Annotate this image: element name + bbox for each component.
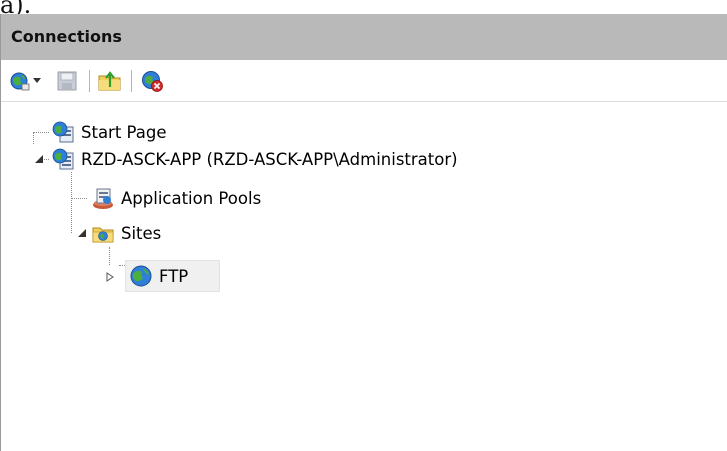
save-icon	[57, 71, 77, 91]
connections-header: Connections	[1, 14, 727, 60]
tree-line	[33, 132, 34, 144]
connect-dropdown-button[interactable]	[32, 68, 42, 94]
application-pools-icon	[93, 188, 113, 209]
panel-title: Connections	[11, 27, 122, 46]
server-icon	[52, 148, 74, 170]
tree-item-ftp[interactable]: FTP	[129, 263, 188, 289]
chevron-down-icon	[33, 78, 41, 83]
connections-toolbar	[1, 60, 727, 102]
tree-item-label: Start Page	[81, 122, 167, 142]
tree-item-application-pools[interactable]: Application Pools	[91, 185, 261, 211]
tree-item-sites[interactable]: Sites	[91, 220, 161, 246]
top-text-fragment: a).	[0, 0, 32, 14]
connections-panel: Connections Start Page RZD-ASCK-APP (RZD…	[0, 14, 727, 451]
expand-arrow-icon[interactable]	[34, 154, 44, 164]
toolbar-separator	[131, 70, 132, 92]
collapsed-arrow-icon[interactable]	[105, 272, 115, 282]
disconnect-button[interactable]	[139, 68, 165, 94]
toolbar-separator	[89, 70, 90, 92]
tree-line	[33, 132, 49, 133]
start-page-icon	[52, 121, 74, 143]
expand-arrow-icon[interactable]	[77, 228, 87, 238]
tree-line	[71, 198, 87, 199]
up-button[interactable]	[97, 68, 123, 94]
connect-button[interactable]	[9, 68, 31, 94]
tree-item-server[interactable]: RZD-ASCK-APP (RZD-ASCK-APP\Administrator…	[51, 146, 458, 172]
folder-up-icon	[98, 71, 121, 91]
tree-item-label: RZD-ASCK-APP (RZD-ASCK-APP\Administrator…	[81, 149, 458, 169]
tree-item-label: Application Pools	[121, 188, 262, 208]
connections-tree: Start Page RZD-ASCK-APP (RZD-ASCK-APP\Ad…	[1, 102, 727, 451]
globe-icon	[130, 265, 152, 287]
globe-disconnect-icon	[142, 71, 163, 92]
tree-item-label: Sites	[121, 223, 162, 243]
tree-item-start-page[interactable]: Start Page	[51, 119, 167, 145]
tree-line	[71, 172, 72, 233]
tree-item-label: FTP	[159, 266, 189, 286]
save-button[interactable]	[55, 68, 79, 94]
globe-connect-icon	[10, 72, 30, 91]
tree-line	[109, 247, 110, 265]
sites-folder-icon	[92, 227, 114, 243]
